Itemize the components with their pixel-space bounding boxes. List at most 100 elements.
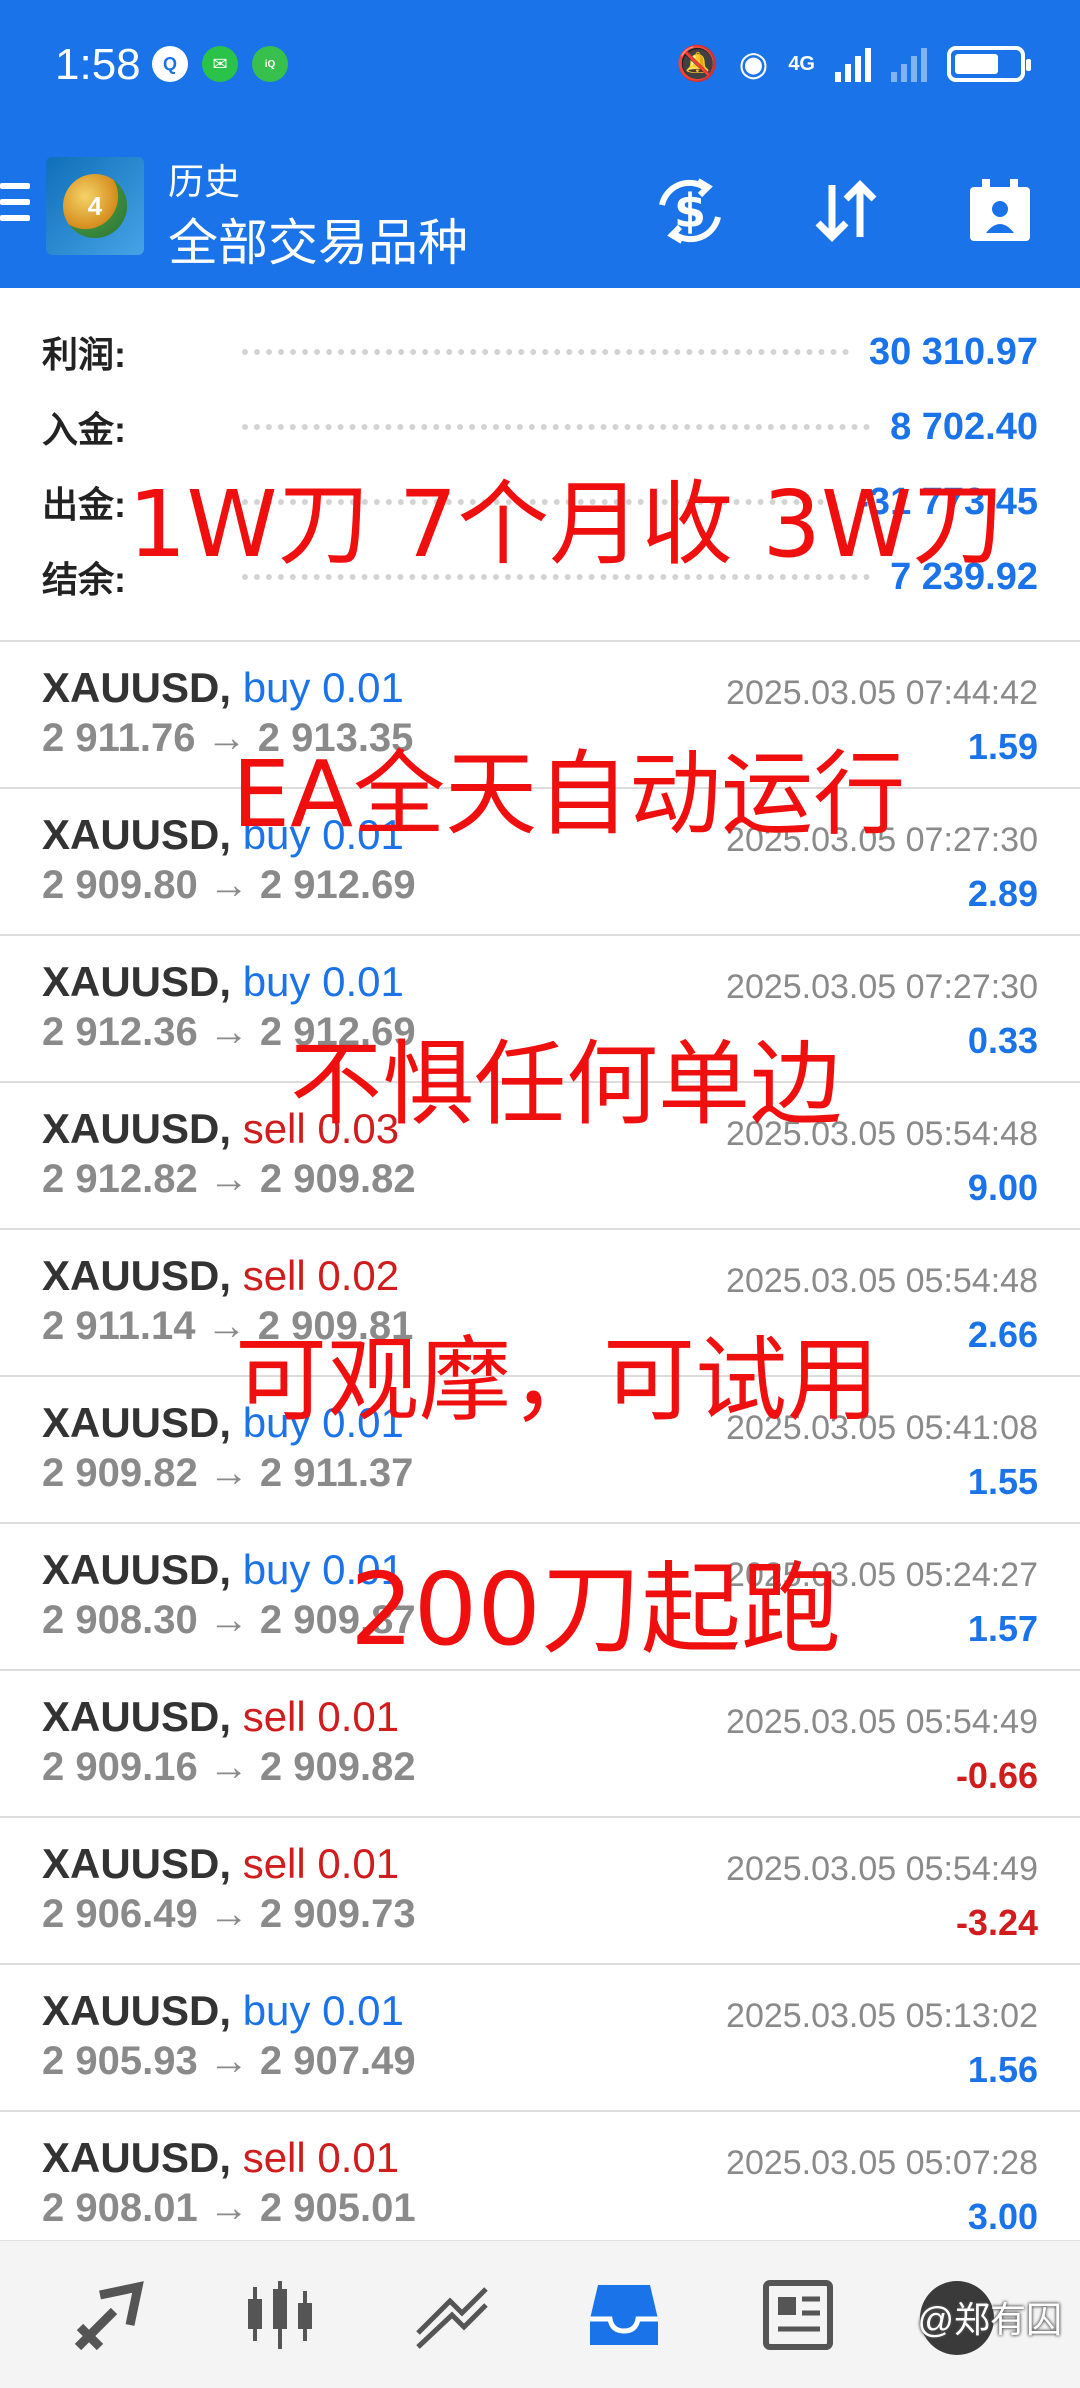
bell-muted-icon: 🔕 [676,45,719,83]
trade-row[interactable]: XAUUSD, buy 0.01 2 908.30 → 2 909.87 2025.… [0,1524,1080,1671]
notification-icons: Q ✉ iQ [152,46,288,82]
balance-label: 结余: [42,559,126,600]
nav-news[interactable] [754,2273,842,2357]
chart-icon [248,2281,312,2349]
trade-profit: 1.55 [967,1461,1038,1502]
trade-profit: 3.00 [967,2196,1038,2237]
symbol-name: XAUUSD, [42,811,232,858]
trade-symbol: XAUUSD, sell 0.01 [42,2134,399,2182]
period-button[interactable] [960,171,1040,251]
nav-quotes[interactable] [66,2273,154,2357]
trade-time: 2025.03.05 07:27:30 [726,821,1038,859]
dotted-leader [242,424,871,430]
trade-side: buy 0.01 [242,1546,404,1593]
trade-price: 2 908.30 → 2 909.87 [42,1598,416,1642]
trade-row[interactable]: XAUUSD, buy 0.01 2 909.82 → 2 911.37 2025.… [0,1377,1080,1524]
trade-row[interactable]: XAUUSD, sell 0.02 2 911.14 → 2 909.81 2025… [0,1230,1080,1377]
dotted-leader [242,574,871,580]
sort-button[interactable] [806,171,886,251]
app-subtitle: 历史 [168,161,241,202]
trade-profit: -0.66 [955,1755,1038,1796]
trade-side: sell 0.01 [242,2134,400,2181]
trade-time: 2025.03.05 05:13:02 [726,1997,1038,2035]
menu-icon[interactable] [0,183,30,233]
symbol-name: XAUUSD, [42,1693,232,1740]
profit-label: 利润: [42,334,126,375]
trade-price: 2 909.80 → 2 912.69 [42,863,416,907]
history-icon [590,2285,658,2345]
qq-icon: Q [152,46,188,82]
wechat-icon: ✉ [202,46,238,82]
battery-level [955,54,999,74]
trade-profit: 9.00 [967,1167,1038,1208]
symbol-name: XAUUSD, [42,2134,232,2181]
sort-icon [815,180,877,242]
nav-chart[interactable] [236,2273,324,2357]
mt4-history-screen: 1:58 Q ✉ iQ 🔕 ◉ 4G 4 历史 全部交易品种 $ 利润: 30 … [0,0,1080,2388]
symbol-name: XAUUSD, [42,1399,232,1446]
symbol-name: XAUUSD, [42,1840,232,1887]
trade-symbol: XAUUSD, buy 0.01 [42,958,404,1006]
deposit-value: 8 702.40 [890,405,1038,448]
withdrawal-label: 出金: [42,484,126,525]
symbol-name: XAUUSD, [42,1546,232,1593]
trade-time: 2025.03.05 05:54:48 [726,1262,1038,1300]
trade-row[interactable]: XAUUSD, sell 0.01 2 909.16 → 2 909.82 2025… [0,1671,1080,1818]
trade-time: 2025.03.05 05:41:08 [726,1409,1038,1447]
trade-row[interactable]: XAUUSD, buy 0.01 2 909.80 → 2 912.69 2025.… [0,789,1080,936]
symbol-name: XAUUSD, [42,664,232,711]
trade-side: buy 0.01 [242,1399,404,1446]
symbol-name: XAUUSD, [42,1105,232,1152]
trade-row[interactable]: XAUUSD, buy 0.01 2 912.36 → 2 912.69 2025.… [0,936,1080,1083]
news-icon [763,2280,833,2350]
nav-history[interactable] [580,2273,668,2357]
trade-side: buy 0.01 [242,958,404,1005]
deposit-label: 入金: [42,409,126,450]
trade-profit: 2.66 [967,1314,1038,1355]
system-status: 🔕 ◉ 4G [676,44,1031,84]
trade-price: 2 905.93 → 2 907.49 [42,2039,416,2083]
trade-symbol: XAUUSD, buy 0.01 [42,1546,404,1594]
profit-row: 利润: 30 310.97 [42,322,1038,382]
symbol-filter[interactable]: 全部交易品种 [168,203,468,275]
status-bar: 1:58 Q ✉ iQ 🔕 ◉ 4G [0,0,1080,133]
trade-profit: 0.33 [967,1020,1038,1061]
trade-side: buy 0.01 [242,1987,404,2034]
trade-symbol: XAUUSD, sell 0.01 [42,1840,399,1888]
trade-symbol: XAUUSD, sell 0.02 [42,1252,399,1300]
trade-price: 2 911.14 → 2 909.81 [42,1304,414,1348]
symbol-name: XAUUSD, [42,1987,232,2034]
trade-row[interactable]: XAUUSD, sell 0.01 2 908.01 → 2 905.01 2025… [0,2112,1080,2259]
trade-icon [416,2287,488,2349]
trade-time: 2025.03.05 05:54:49 [726,1703,1038,1741]
currency-exchange-button[interactable]: $ [650,171,730,251]
trade-time: 2025.03.05 05:54:49 [726,1850,1038,1888]
nav-trade[interactable] [408,2273,496,2357]
withdrawal-value: -31 773.45 [856,480,1038,523]
trade-symbol: XAUUSD, sell 0.03 [42,1105,399,1153]
trade-profit: 2.89 [967,873,1038,914]
trade-side: sell 0.01 [242,1840,400,1887]
trade-row[interactable]: XAUUSD, buy 0.01 2 905.93 → 2 907.49 2025.… [0,1965,1080,2112]
trade-row[interactable]: XAUUSD, sell 0.03 2 912.82 → 2 909.82 2025… [0,1083,1080,1230]
network-type: 4G [788,53,815,75]
dotted-leader [242,349,849,355]
calendar-person-icon [970,179,1030,241]
trade-price: 2 912.36 → 2 912.69 [42,1010,416,1054]
trade-price: 2 909.16 → 2 909.82 [42,1745,416,1789]
trade-row[interactable]: XAUUSD, buy 0.01 2 911.76 → 2 913.35 2025.… [0,642,1080,789]
trade-row[interactable]: XAUUSD, sell 0.01 2 906.49 → 2 909.73 2025… [0,1818,1080,1965]
account-summary: 利润: 30 310.97 入金: 8 702.40 出金: -31 773.4… [0,300,1080,640]
trade-time: 2025.03.05 07:44:42 [726,674,1038,712]
trade-symbol: XAUUSD, buy 0.01 [42,1399,404,1447]
metatrader-logo[interactable]: 4 [46,157,144,255]
trade-symbol: XAUUSD, buy 0.01 [42,811,404,859]
trade-time: 2025.03.05 05:24:27 [726,1556,1038,1594]
trade-profit: -3.24 [955,1902,1038,1943]
trade-profit: 1.57 [967,1608,1038,1649]
trade-symbol: XAUUSD, buy 0.01 [42,664,404,712]
iqiyi-icon: iQ [252,46,288,82]
trade-side: sell 0.03 [242,1105,400,1152]
signal-sim2-icon [891,46,927,82]
trade-side: buy 0.01 [242,664,404,711]
